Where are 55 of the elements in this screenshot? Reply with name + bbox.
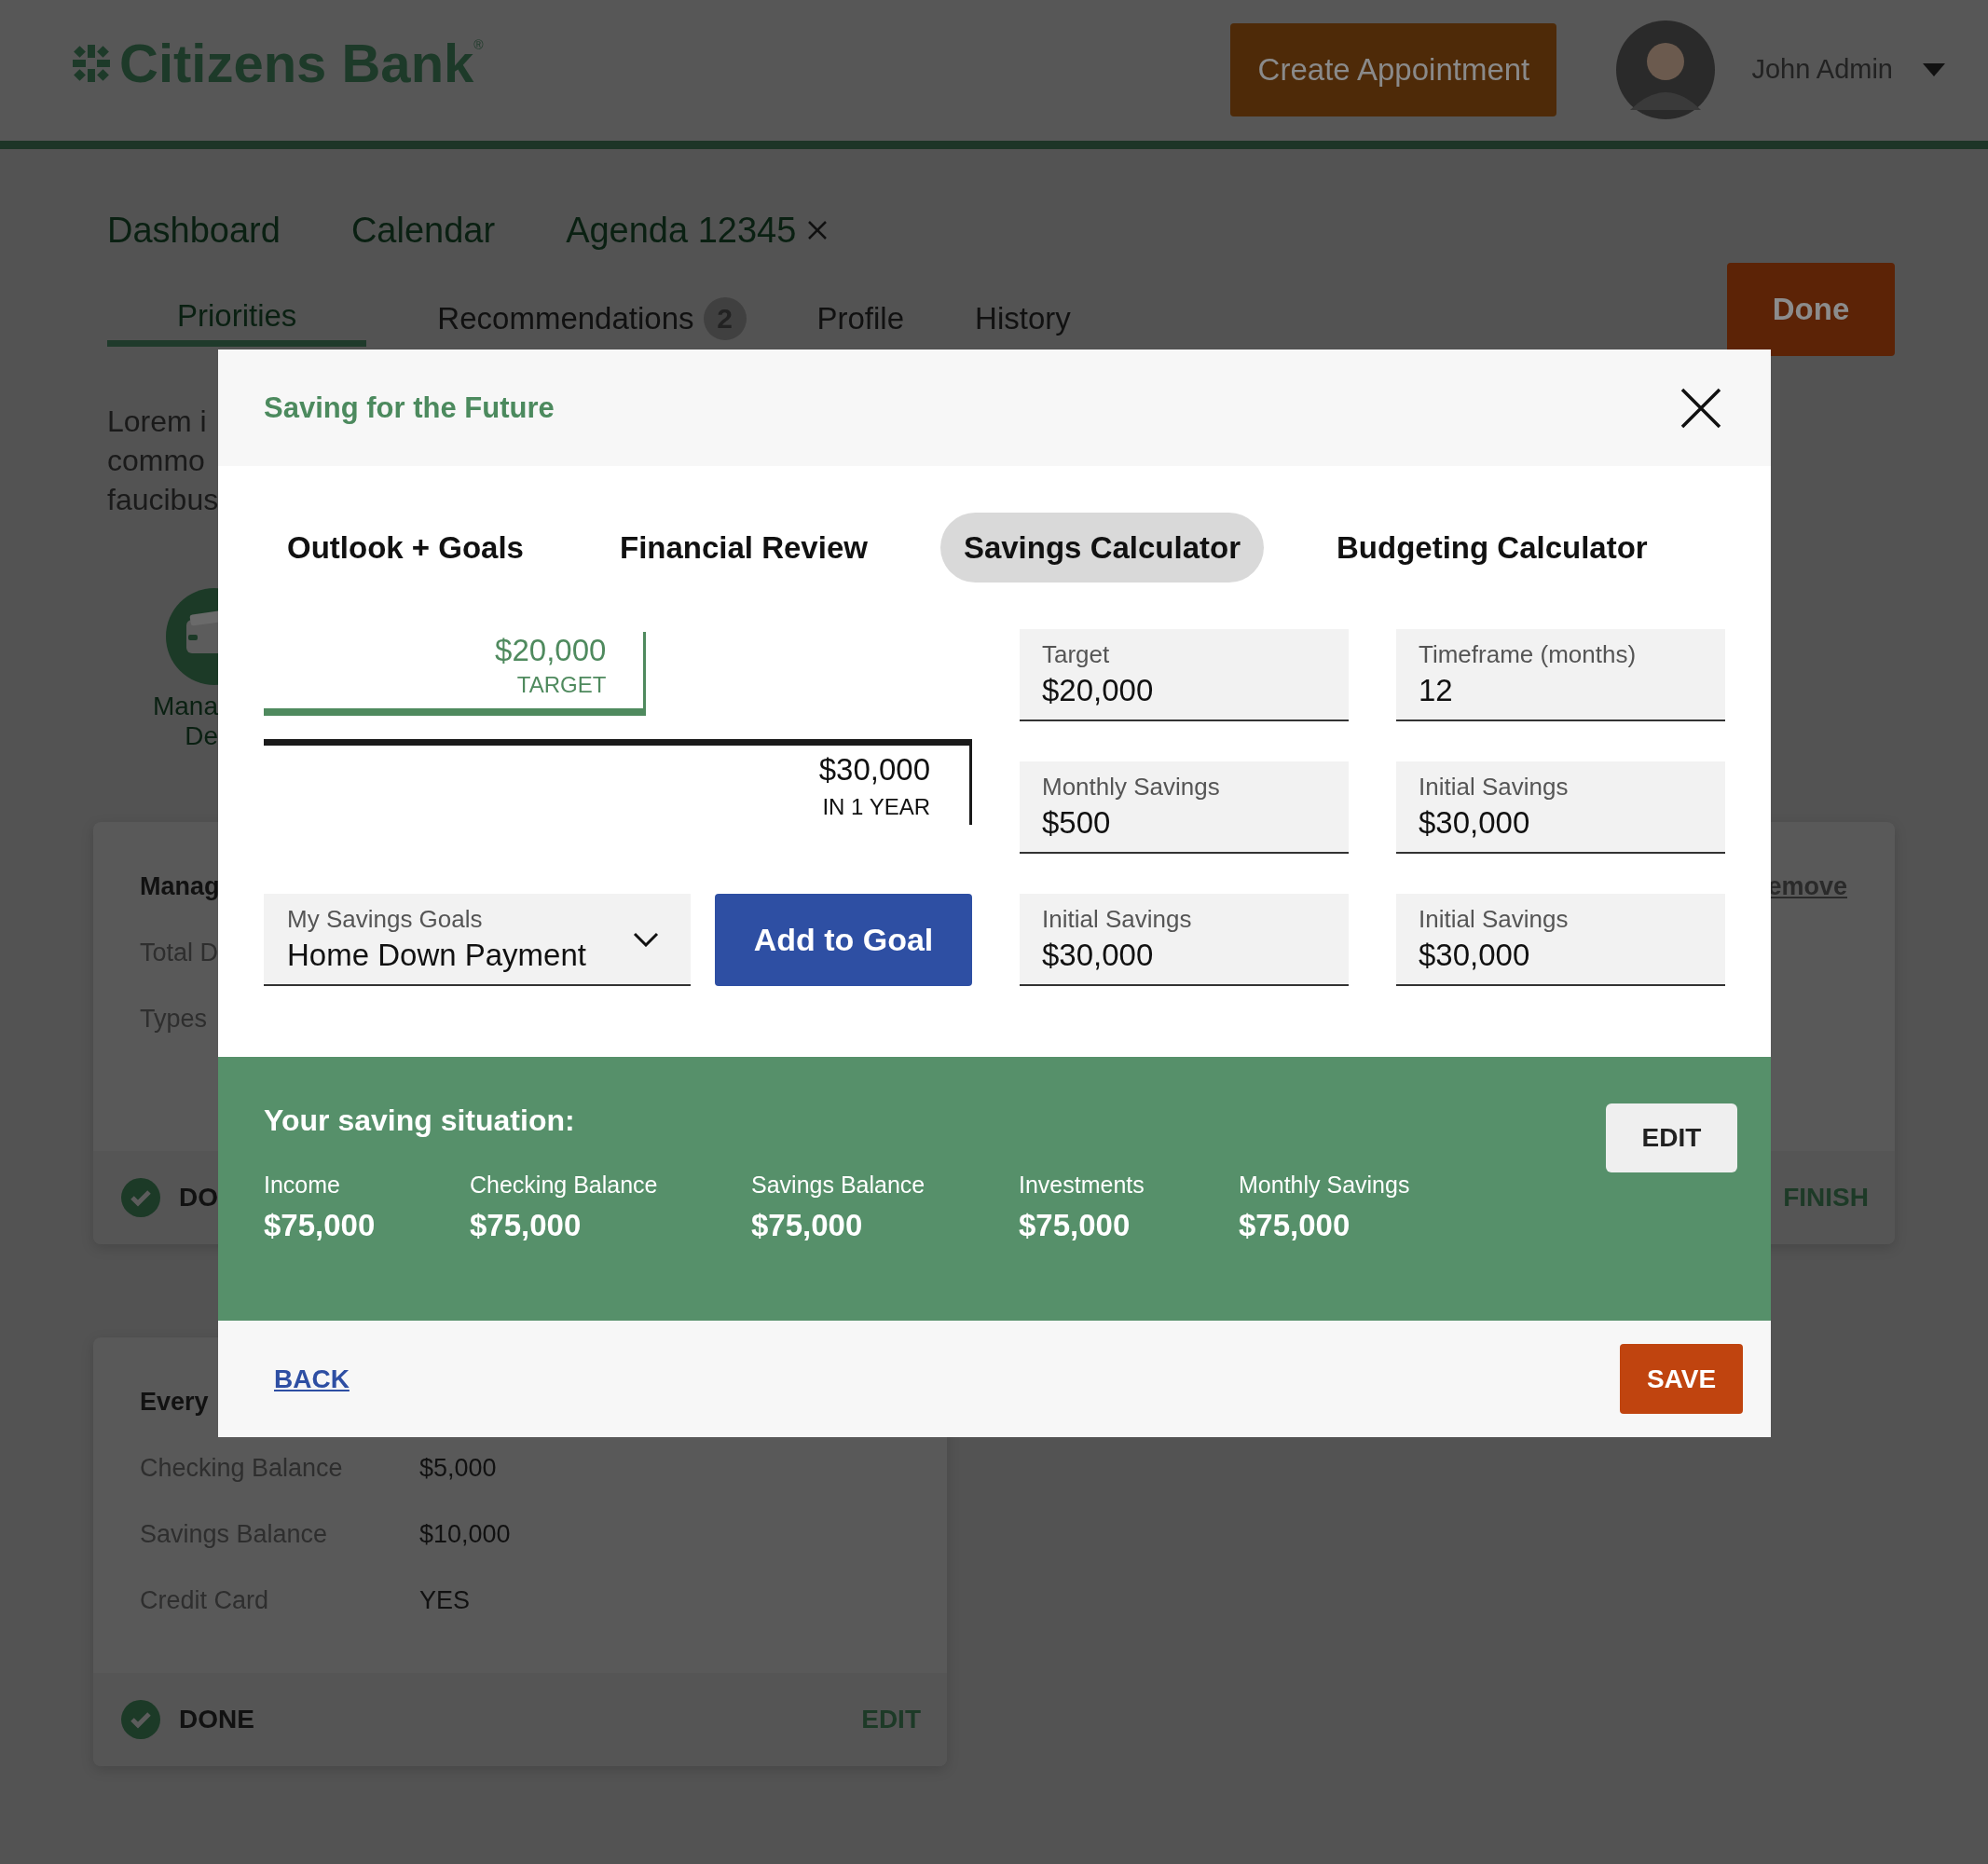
- card-title: Every: [140, 1388, 209, 1417]
- summary-value: $75,000: [264, 1208, 377, 1243]
- input-field[interactable]: Target $20,000: [1020, 629, 1349, 721]
- summary-title: Your saving situation:: [264, 1103, 576, 1138]
- summary-label: Income: [264, 1172, 341, 1199]
- chevron-down-icon: [633, 931, 659, 947]
- tab[interactable]: Budgeting Calculator: [1313, 513, 1671, 582]
- projected-label: IN 1 YEAR: [821, 793, 930, 821]
- text-line: faucibus: [107, 482, 218, 518]
- text-line: Lorem i: [107, 404, 208, 440]
- input-field[interactable]: Initial Savings $30,000: [1396, 761, 1725, 854]
- target-label: TARGET: [515, 671, 607, 699]
- summary-value: $75,000: [1019, 1208, 1131, 1243]
- tab[interactable]: Financial Review: [596, 513, 891, 582]
- field-input[interactable]: $500: [1042, 805, 1326, 841]
- field-input[interactable]: $30,000: [1419, 938, 1703, 973]
- summary-label: Checking Balance: [470, 1172, 659, 1199]
- summary-label: Investments: [1019, 1172, 1145, 1199]
- row-value: $10,000: [419, 1520, 511, 1549]
- back-link[interactable]: BACK: [274, 1364, 350, 1394]
- tab[interactable]: Savings Calculator: [939, 513, 1264, 582]
- row-value: $5,000: [419, 1454, 497, 1483]
- summary-label: Savings Balance: [751, 1172, 926, 1199]
- summary-value: $75,000: [470, 1208, 583, 1243]
- tab[interactable]: Outlook + Goals: [264, 513, 547, 582]
- logo-icon: [73, 44, 110, 82]
- done-button[interactable]: Done: [1727, 263, 1895, 356]
- summary-label: Monthly Savings: [1239, 1172, 1410, 1199]
- status-label: DONE: [179, 1705, 254, 1734]
- input-field[interactable]: Monthly Savings $500: [1020, 761, 1349, 854]
- close-icon: [1680, 387, 1721, 429]
- add-to-goal-button[interactable]: Add to Goal: [715, 894, 972, 986]
- save-button[interactable]: SAVE: [1620, 1344, 1743, 1414]
- input-field[interactable]: Initial Savings $30,000: [1396, 894, 1725, 986]
- projected-amount: $30,000: [817, 751, 930, 788]
- status-label: DO: [179, 1183, 218, 1213]
- field-input[interactable]: $30,000: [1042, 938, 1326, 973]
- input-field[interactable]: Timeframe (months) 12: [1396, 629, 1725, 721]
- summary-value: $75,000: [1239, 1208, 1351, 1243]
- field-input[interactable]: $20,000: [1042, 673, 1326, 708]
- input-field[interactable]: Initial Savings $30,000: [1020, 894, 1349, 986]
- logo-text: Citizens Bank$^{®}$: [119, 32, 484, 94]
- create-appointment-button[interactable]: Create Appointment: [1230, 22, 1557, 116]
- goal-dropdown[interactable]: My Savings Goals Home Down Payment: [264, 894, 691, 986]
- summary-value: $75,000: [751, 1208, 864, 1243]
- text-line: commo: [107, 443, 206, 479]
- edit-button[interactable]: EDIT: [1606, 1103, 1737, 1172]
- target-amount: $20,000: [494, 632, 607, 669]
- row-value: YES: [419, 1586, 471, 1615]
- close-icon: [807, 220, 829, 240]
- modal-title: Saving for the Future: [264, 391, 555, 425]
- field-input[interactable]: 12: [1419, 673, 1703, 708]
- caret-down-icon: [1923, 62, 1945, 76]
- field-input[interactable]: $30,000: [1419, 805, 1703, 841]
- card-title: Manag: [140, 872, 220, 901]
